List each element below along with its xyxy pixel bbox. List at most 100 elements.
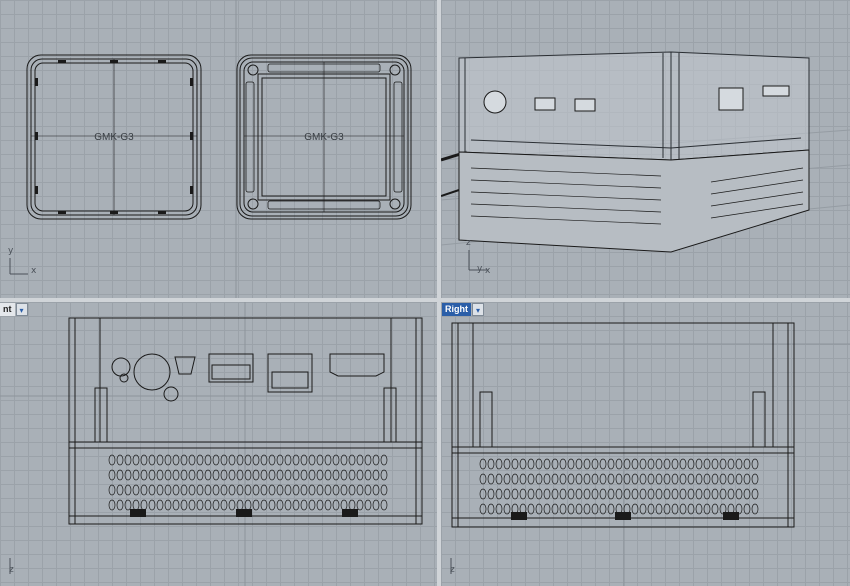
vent-hole <box>308 499 316 511</box>
vent-hole <box>711 503 719 515</box>
vent-hole <box>340 499 348 511</box>
vent-hole <box>655 488 663 500</box>
vent-hole <box>487 488 495 500</box>
perspective-vent-band <box>458 149 810 253</box>
front-viewport[interactable]: nt ▾ z <box>0 302 437 586</box>
vent-hole <box>695 503 703 515</box>
vent-hole <box>495 473 503 485</box>
vent-hole <box>527 458 535 470</box>
perspective-viewport[interactable]: z y x <box>441 0 850 298</box>
vent-hole <box>124 454 132 466</box>
vent-hole <box>495 503 503 515</box>
vent-hole <box>148 484 156 496</box>
vent-hole <box>268 454 276 466</box>
vent-hole <box>268 499 276 511</box>
top-viewport[interactable]: GMK-G3 GMK-G3 y x <box>0 0 437 298</box>
vent-hole <box>687 488 695 500</box>
model-label-right: GMK-G3 <box>304 132 344 143</box>
vent-hole <box>244 484 252 496</box>
vent-hole <box>607 473 615 485</box>
vent-hole <box>743 458 751 470</box>
vent-hole <box>380 499 388 511</box>
vent-hole <box>276 484 284 496</box>
vent-hole <box>703 458 711 470</box>
vent-hole <box>751 473 759 485</box>
vent-hole <box>535 503 543 515</box>
vent-hole <box>172 469 180 481</box>
vent-hole <box>559 503 567 515</box>
vent-hole <box>356 469 364 481</box>
vent-hole <box>332 484 340 496</box>
vent-hole <box>567 488 575 500</box>
front-ports <box>111 353 385 402</box>
front-view-drawing <box>0 302 437 586</box>
vent-hole <box>364 469 372 481</box>
vent-hole <box>332 469 340 481</box>
vent-hole <box>220 454 228 466</box>
vent-hole <box>116 499 124 511</box>
vent-hole <box>495 458 503 470</box>
vent-hole <box>695 458 703 470</box>
vent-hole <box>567 458 575 470</box>
vent-hole <box>380 469 388 481</box>
vent-hole <box>116 484 124 496</box>
vent-hole <box>575 488 583 500</box>
vent-hole <box>284 499 292 511</box>
vent-hole <box>591 488 599 500</box>
vent-hole <box>196 469 204 481</box>
vent-hole <box>268 484 276 496</box>
vent-hole <box>655 503 663 515</box>
vent-hole <box>687 473 695 485</box>
vent-hole <box>372 499 380 511</box>
vent-hole <box>663 488 671 500</box>
vent-hole <box>236 454 244 466</box>
vent-hole <box>647 458 655 470</box>
vent-hole <box>567 473 575 485</box>
vent-hole <box>607 488 615 500</box>
vent-hole <box>252 499 260 511</box>
viewport-divider-horizontal[interactable] <box>0 298 850 302</box>
vent-hole <box>599 503 607 515</box>
vent-hole <box>591 503 599 515</box>
vent-hole <box>535 473 543 485</box>
right-vent-rows <box>479 458 759 515</box>
axis-x-label: x <box>485 266 491 276</box>
vent-hole <box>220 469 228 481</box>
vent-hole <box>180 484 188 496</box>
vent-hole <box>551 503 559 515</box>
vent-hole <box>284 454 292 466</box>
vent-hole <box>148 499 156 511</box>
vent-hole <box>671 458 679 470</box>
vent-hole <box>511 473 519 485</box>
vent-hole <box>503 488 511 500</box>
vent-hole <box>316 499 324 511</box>
right-viewport[interactable]: Right ▾ z <box>441 302 850 586</box>
vent-hole <box>276 469 284 481</box>
viewport-divider-vertical[interactable] <box>437 0 441 586</box>
axis-y-label: y <box>477 264 483 274</box>
vent-hole <box>503 458 511 470</box>
vent-hole <box>108 454 116 466</box>
vent-hole <box>559 458 567 470</box>
vent-hole <box>735 458 743 470</box>
vent-hole <box>188 469 196 481</box>
vent-hole <box>527 488 535 500</box>
vent-hole <box>719 473 727 485</box>
vent-hole <box>132 484 140 496</box>
vent-hole <box>132 469 140 481</box>
vent-hole <box>340 469 348 481</box>
vent-hole <box>164 484 172 496</box>
vent-hole <box>487 458 495 470</box>
vent-hole <box>220 484 228 496</box>
vent-hole <box>164 454 172 466</box>
vent-hole <box>599 473 607 485</box>
vent-hole <box>639 488 647 500</box>
vent-hole <box>647 503 655 515</box>
vent-hole <box>623 458 631 470</box>
vent-hole <box>543 458 551 470</box>
vent-hole <box>671 473 679 485</box>
vent-hole <box>671 488 679 500</box>
axis-z-label: z <box>466 238 471 248</box>
vent-hole <box>615 473 623 485</box>
vent-hole <box>116 469 124 481</box>
